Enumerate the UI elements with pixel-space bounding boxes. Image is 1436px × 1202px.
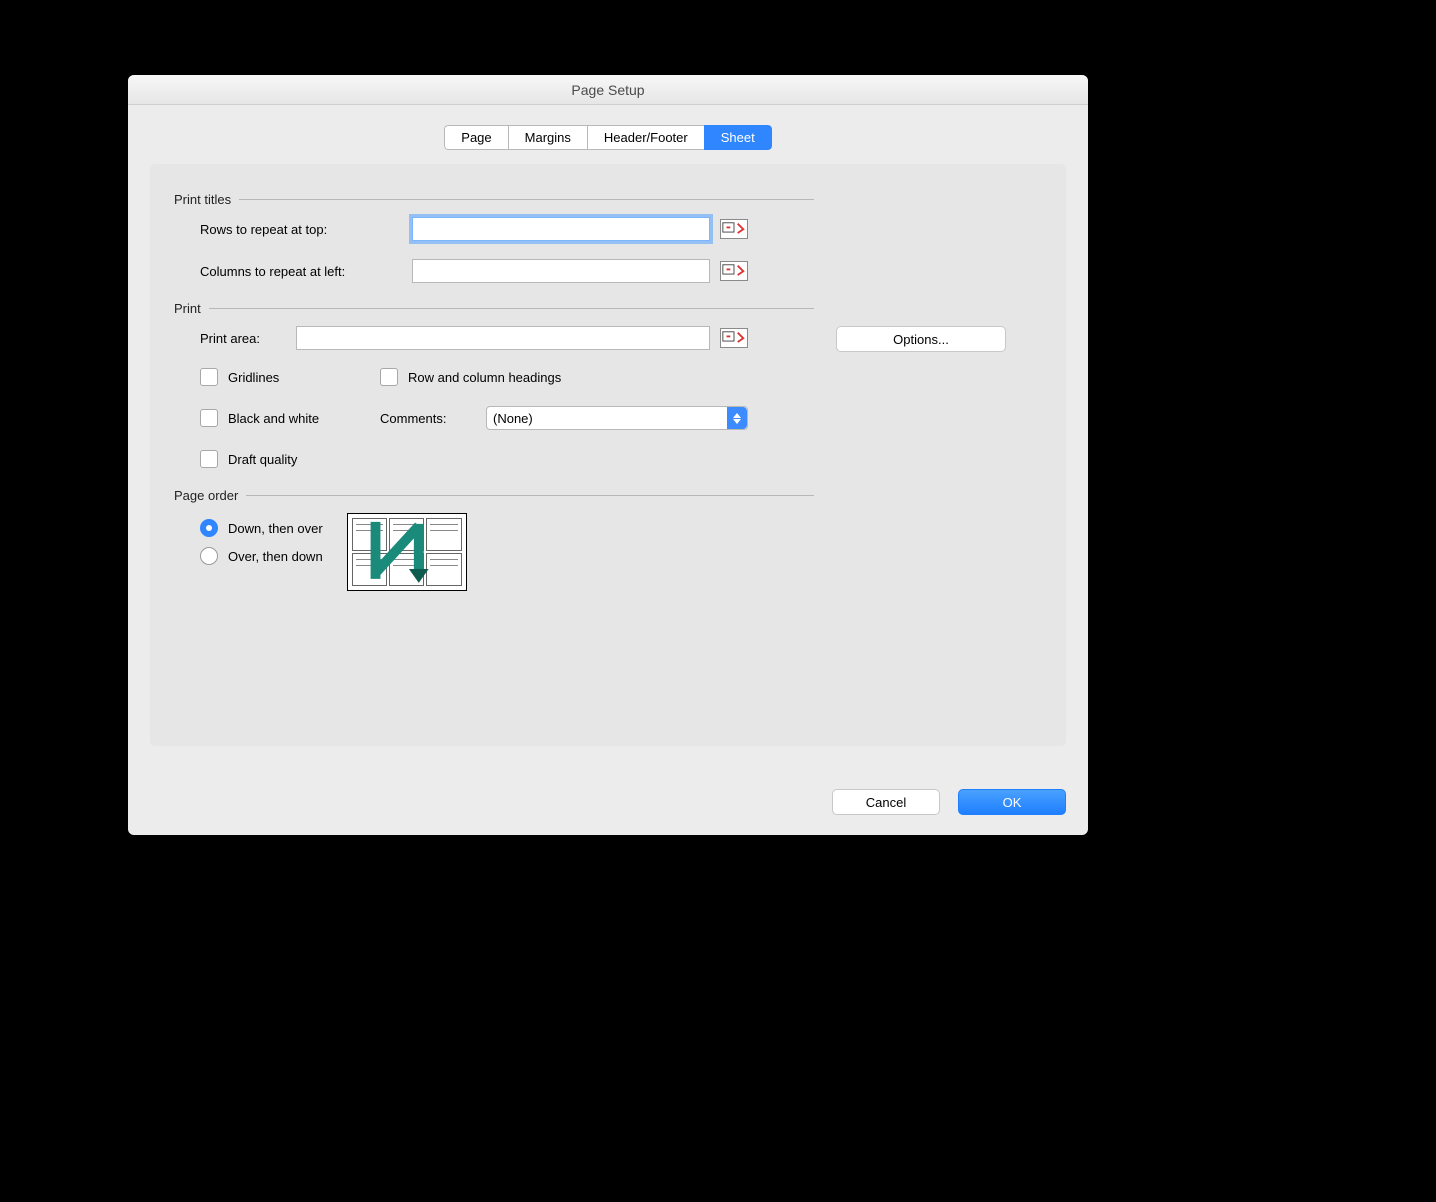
gridlines-label: Gridlines bbox=[228, 370, 370, 385]
comments-combo[interactable]: (None) bbox=[486, 406, 748, 430]
tab-page[interactable]: Page bbox=[444, 125, 507, 150]
comments-value: (None) bbox=[493, 411, 533, 426]
opt-over-then-down[interactable]: Over, then down bbox=[200, 547, 323, 565]
group-print-titles: Print titles bbox=[174, 192, 814, 207]
comments-label: Comments: bbox=[380, 411, 476, 426]
row-print-area: Print area: bbox=[174, 326, 814, 350]
dialog-footer: Cancel OK bbox=[832, 789, 1066, 815]
right-column: Options... bbox=[836, 186, 1042, 591]
divider bbox=[209, 308, 814, 309]
group-print-label: Print bbox=[174, 301, 201, 316]
draft-quality-label: Draft quality bbox=[228, 452, 297, 467]
group-page-order: Page order bbox=[174, 488, 814, 503]
row-rows-repeat: Rows to repeat at top: bbox=[174, 217, 814, 241]
radio-over-then-down[interactable] bbox=[200, 547, 218, 565]
tab-sheet[interactable]: Sheet bbox=[704, 125, 772, 150]
divider bbox=[246, 495, 814, 496]
tab-row: Page Margins Header/Footer Sheet bbox=[150, 125, 1066, 150]
draft-quality-checkbox[interactable] bbox=[200, 450, 218, 468]
dialog-body: Page Margins Header/Footer Sheet Print t… bbox=[128, 105, 1088, 764]
tab-margins[interactable]: Margins bbox=[508, 125, 587, 150]
ok-button[interactable]: OK bbox=[958, 789, 1066, 815]
page-order-options: Down, then over Over, then down bbox=[200, 519, 323, 565]
options-button[interactable]: Options... bbox=[836, 326, 1006, 352]
group-print-titles-label: Print titles bbox=[174, 192, 231, 207]
row-cols-repeat: Columns to repeat at left: bbox=[174, 259, 814, 283]
black-white-checkbox[interactable] bbox=[200, 409, 218, 427]
collapse-range-icon[interactable] bbox=[720, 328, 748, 348]
cancel-button[interactable]: Cancel bbox=[832, 789, 940, 815]
group-print: Print bbox=[174, 301, 814, 316]
collapse-range-icon[interactable] bbox=[720, 261, 748, 281]
rows-repeat-label: Rows to repeat at top: bbox=[200, 222, 412, 237]
page-setup-dialog: Page Setup Page Margins Header/Footer Sh… bbox=[128, 75, 1088, 835]
rows-repeat-input[interactable] bbox=[412, 217, 710, 241]
print-row-2: Black and white Comments: (None) bbox=[174, 406, 814, 430]
gridlines-checkbox[interactable] bbox=[200, 368, 218, 386]
page-order-block: Down, then over Over, then down bbox=[174, 513, 814, 591]
print-row-3: Draft quality bbox=[174, 450, 814, 468]
group-page-order-label: Page order bbox=[174, 488, 238, 503]
left-column: Print titles Rows to repeat at top: Colu… bbox=[174, 186, 814, 591]
row-col-headings-label: Row and column headings bbox=[408, 370, 561, 385]
tab-header-footer[interactable]: Header/Footer bbox=[587, 125, 704, 150]
dialog-title: Page Setup bbox=[128, 75, 1088, 105]
tab-segment: Page Margins Header/Footer Sheet bbox=[444, 125, 771, 150]
down-then-over-label: Down, then over bbox=[228, 521, 323, 536]
print-area-input[interactable] bbox=[296, 326, 710, 350]
print-row-1: Gridlines Row and column headings bbox=[174, 368, 814, 386]
page-order-preview-icon bbox=[347, 513, 467, 591]
cols-repeat-input[interactable] bbox=[412, 259, 710, 283]
divider bbox=[239, 199, 814, 200]
sheet-panel: Print titles Rows to repeat at top: Colu… bbox=[150, 164, 1066, 746]
cols-repeat-label: Columns to repeat at left: bbox=[200, 264, 412, 279]
print-area-label: Print area: bbox=[200, 331, 296, 346]
collapse-range-icon[interactable] bbox=[720, 219, 748, 239]
row-col-headings-checkbox[interactable] bbox=[380, 368, 398, 386]
radio-down-then-over[interactable] bbox=[200, 519, 218, 537]
opt-down-then-over[interactable]: Down, then over bbox=[200, 519, 323, 537]
over-then-down-label: Over, then down bbox=[228, 549, 323, 564]
black-white-label: Black and white bbox=[228, 411, 370, 426]
combo-arrows-icon bbox=[727, 407, 747, 429]
